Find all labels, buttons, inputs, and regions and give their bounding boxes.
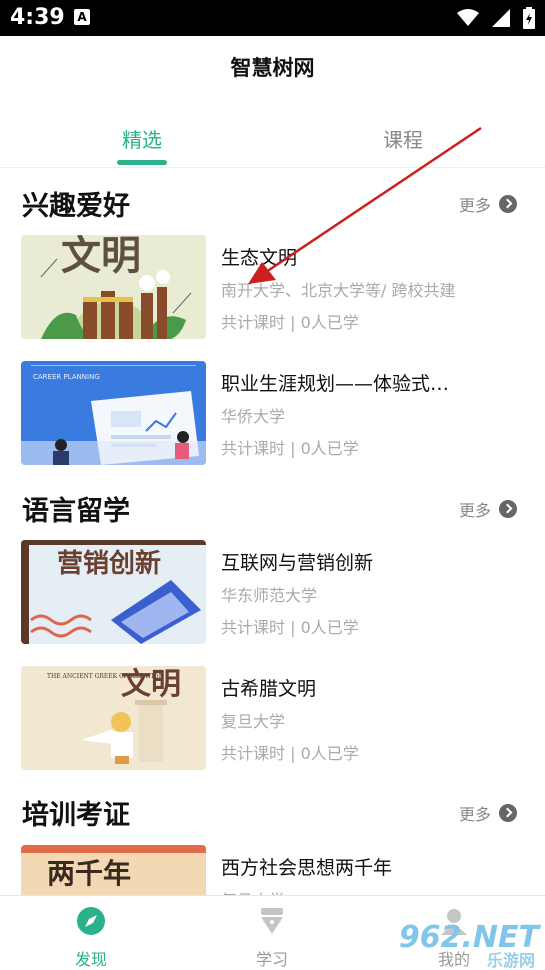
nav-study[interactable]: 学习 (222, 906, 322, 970)
nav-label: 发现 (74, 950, 107, 969)
status-icons (457, 7, 535, 29)
course-thumbnail: 两千年 (21, 845, 206, 895)
tab-featured[interactable]: 精选 (82, 124, 202, 153)
more-button-language[interactable]: 更多 (459, 497, 517, 521)
watermark-sub: 乐游网 (486, 951, 535, 970)
thumb-text: CAREER PLANNING (33, 373, 100, 381)
more-label: 更多 (458, 501, 491, 520)
thumb-text: 营销创新 (57, 548, 161, 579)
course-school: 复旦大学 (221, 712, 286, 731)
course-title: 西方社会思想两千年 (221, 857, 393, 879)
nav-label: 学习 (255, 950, 288, 969)
section-title-hobbies: 兴趣爱好 (22, 191, 130, 222)
chevron-right-icon (499, 195, 517, 213)
compass-icon (76, 906, 106, 936)
course-stats: 共计课时 | 0人已学 (221, 313, 359, 332)
more-button-certification[interactable]: 更多 (459, 801, 517, 825)
course-title: 生态文明 (221, 247, 298, 269)
pen-nib-icon (257, 906, 287, 936)
more-button-hobbies[interactable]: 更多 (459, 192, 517, 216)
course-card[interactable]: THE ANCIENT GREEK CIVILIZATION 文明 古希腊文明 … (21, 666, 531, 770)
nav-discover[interactable]: 发现 (41, 906, 141, 970)
course-school: 南开大学、北京大学等/ 跨校共建 (221, 281, 456, 300)
course-thumbnail: THE ANCIENT GREEK CIVILIZATION 文明 (21, 666, 206, 770)
course-stats: 共计课时 | 0人已学 (221, 744, 359, 763)
tab-courses[interactable]: 课程 (343, 124, 463, 153)
thumb-text: 两千年 (47, 857, 131, 890)
section-title-language: 语言留学 (22, 496, 130, 527)
course-stats: 共计课时 | 0人已学 (221, 439, 359, 458)
active-tab-indicator (117, 160, 167, 165)
signal-icon (492, 9, 510, 27)
course-title: 互联网与营销创新 (221, 552, 374, 574)
course-school: 复旦大学 (221, 887, 285, 895)
course-title: 古希腊文明 (221, 678, 317, 700)
course-card[interactable]: 两千年 西方社会思想两千年 复旦大学 (21, 845, 531, 895)
notification-icon: A (74, 9, 90, 25)
chevron-right-icon (499, 804, 517, 822)
more-label: 更多 (458, 805, 491, 824)
course-card[interactable]: 文明 生态文明 南开大学、北京大学等/ 跨校共建 共计课时 | 0人已学 (21, 235, 531, 339)
chevron-right-icon (499, 500, 517, 518)
thumb-text: 文明 (121, 667, 181, 702)
course-school: 华东师范大学 (221, 586, 318, 605)
course-stats: 共计课时 | 0人已学 (221, 618, 359, 637)
course-thumbnail: CAREER PLANNING (21, 361, 206, 465)
course-card[interactable]: 营销创新 互联网与营销创新 华东师范大学 共计课时 | 0人已学 (21, 540, 531, 644)
course-card[interactable]: CAREER PLANNING 职业生涯规划——体验式… 华侨大学 共计课时 |… (21, 361, 531, 465)
app-title: 智慧树网 (230, 56, 315, 80)
status-time: 4:39 (10, 5, 65, 30)
course-thumbnail: 文明 (21, 235, 206, 339)
more-label: 更多 (458, 196, 491, 215)
tab-divider (0, 167, 545, 168)
course-school: 华侨大学 (221, 407, 286, 426)
section-title-certification: 培训考证 (22, 800, 130, 831)
course-thumbnail: 营销创新 (21, 540, 206, 644)
course-title: 职业生涯规划——体验式… (221, 373, 450, 395)
thumb-text: 文明 (61, 235, 141, 279)
battery-icon (523, 7, 535, 29)
wifi-icon (457, 9, 479, 26)
status-bar: 4:39 A (0, 0, 545, 36)
